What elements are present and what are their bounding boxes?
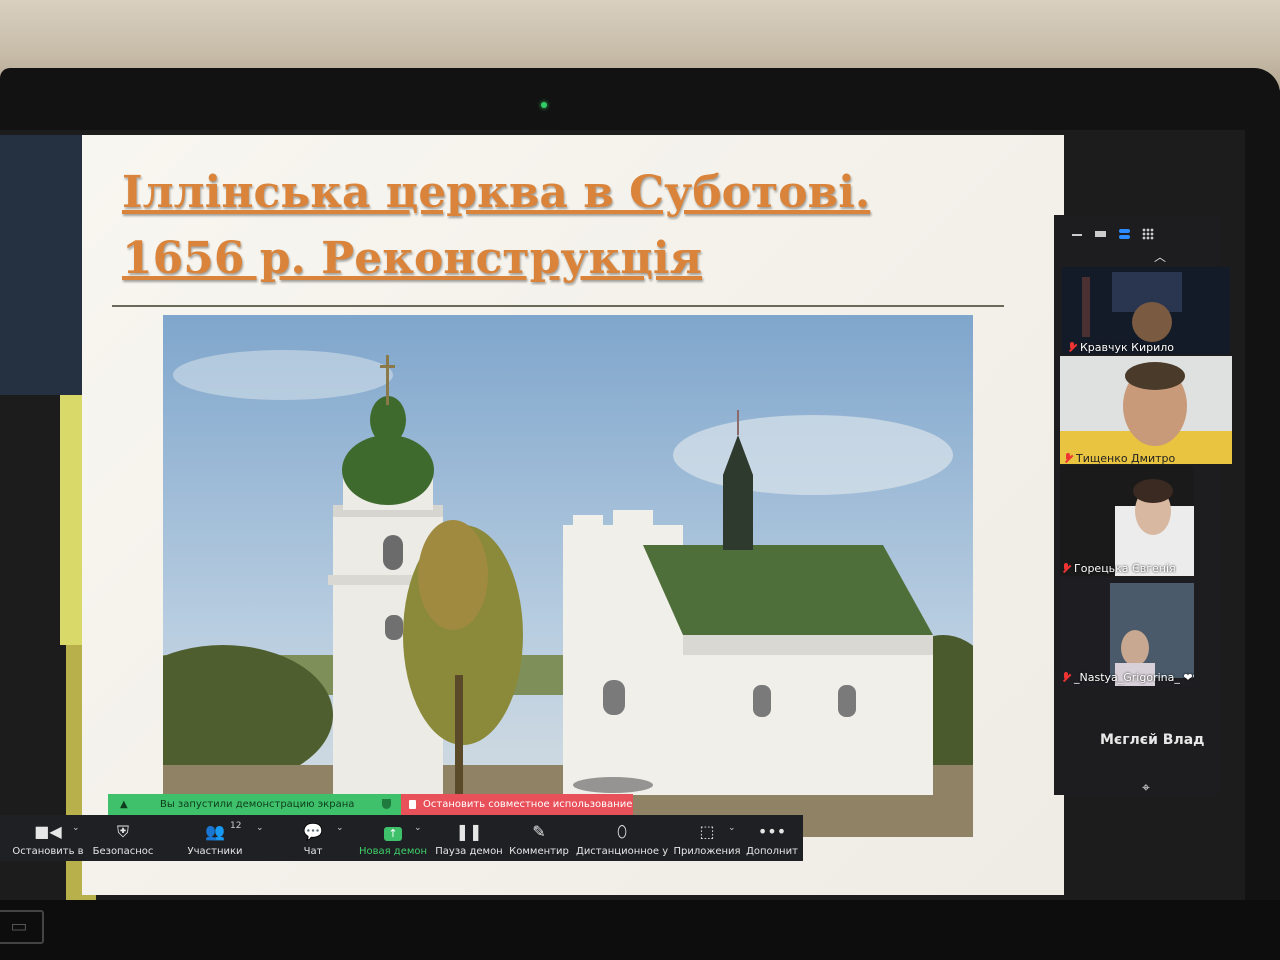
share-screen-icon: ↑ — [384, 823, 402, 841]
monitor-hdmi-icon: ▭ — [0, 910, 44, 944]
more-icon: ••• — [757, 822, 787, 841]
title-divider — [112, 305, 1004, 307]
scroll-up-icon[interactable]: ︿ — [1154, 248, 1166, 265]
security-button[interactable]: ⛨ Безопаснос — [90, 815, 156, 861]
stop-share-label: Остановить совместное использование — [423, 799, 633, 810]
active-speaker-name: Мєглєй Влад — [1100, 732, 1205, 748]
participant-tile[interactable]: _Nastya_Grigorina_ ❤❤❤ — [1060, 578, 1194, 686]
stop-icon — [409, 800, 416, 809]
stop-share-button[interactable]: Остановить совместное использование — [401, 794, 633, 815]
more-button[interactable]: ••• Дополнит — [744, 815, 800, 861]
pause-icon: ❚❚ — [455, 822, 483, 841]
video-camera-icon: ■◀ — [34, 822, 62, 841]
participant-name: Кравчук Кирило — [1068, 341, 1174, 354]
church-photo — [163, 315, 973, 837]
chevron-down-icon[interactable]: ⌄ — [256, 823, 264, 833]
chevron-down-icon[interactable]: ⌄ — [72, 823, 80, 833]
participants-button[interactable]: 👥 12 ⌄ Участники — [180, 815, 263, 861]
minimize-icon[interactable] — [1070, 228, 1084, 240]
screen-share-banner: ▲ Вы запустили демонстрацию экрана Остан… — [108, 794, 633, 815]
speaker-view-icon[interactable] — [1118, 228, 1132, 240]
slide-title-line-2: 1656 р. Реконструкція — [122, 233, 703, 284]
participant-name: Тищенко Дмитро — [1064, 452, 1175, 464]
monitor-bottom-bezel — [0, 900, 1280, 960]
mic-muted-icon — [1064, 453, 1072, 463]
desktop-edge — [0, 135, 82, 395]
participant-tile[interactable]: Горецька Євгенія — [1060, 466, 1194, 576]
mouse-icon: ⬯ — [616, 822, 628, 841]
slide-title-line-1: Іллінська церква в Суботові. — [122, 167, 871, 218]
pause-share-button[interactable]: ❚❚ Пауза демон — [434, 815, 504, 861]
remote-control-button[interactable]: ⬯ Дистанционное у — [576, 815, 668, 861]
share-status-text: Вы запустили демонстрацию экрана — [160, 799, 355, 810]
shield-icon — [382, 799, 391, 809]
stop-video-button[interactable]: ■◀ ⌄ Остановить в — [10, 815, 86, 861]
chat-button[interactable]: 💬 ⌄ Чат — [290, 815, 344, 861]
share-arrow-icon: ▲ — [120, 799, 128, 810]
chevron-down-icon[interactable]: ⌄ — [728, 823, 736, 833]
gallery-view-icon[interactable] — [1142, 228, 1156, 240]
participants-count: 12 — [230, 821, 242, 831]
mic-muted-icon — [1062, 563, 1070, 573]
mic-muted-icon — [1068, 342, 1076, 352]
new-share-button[interactable]: ↑ ⌄ Новая демон — [358, 815, 428, 861]
annotate-button[interactable]: ✎ Комментир — [508, 815, 570, 861]
slide-title: Іллінська церква в Суботові. 1656 р. Рек… — [122, 160, 1022, 292]
share-status: ▲ Вы запустили демонстрацию экрана — [108, 794, 401, 815]
participant-name: Горецька Євгенія — [1062, 562, 1176, 575]
apps-button[interactable]: ⬚ ⌄ Приложения — [672, 815, 742, 861]
participant-tile[interactable]: Тищенко Дмитро — [1060, 356, 1232, 464]
chevron-down-icon[interactable]: ⌄ — [414, 823, 422, 833]
pencil-icon: ✎ — [532, 822, 546, 841]
webcam-indicator — [541, 102, 547, 108]
people-icon: 👥 — [205, 822, 225, 841]
shield-icon: ⛨ — [116, 822, 130, 841]
meeting-toolbar: ■◀ ⌄ Остановить в ⛨ Безопаснос 👥 12 ⌄ Уч… — [0, 815, 803, 861]
participant-name: _Nastya_Grigorina_ ❤❤❤ — [1062, 671, 1194, 684]
restore-icon[interactable] — [1094, 228, 1108, 240]
apps-icon: ⬚ — [699, 822, 715, 841]
mouse-cursor-icon: ⌖ — [1142, 780, 1150, 796]
gallery-window-controls — [1070, 224, 1180, 244]
chevron-down-icon[interactable]: ⌄ — [336, 823, 344, 833]
mic-muted-icon — [1062, 672, 1070, 682]
participant-tile[interactable]: Кравчук Кирило — [1062, 267, 1230, 354]
chat-bubble-icon: 💬 — [303, 822, 323, 841]
